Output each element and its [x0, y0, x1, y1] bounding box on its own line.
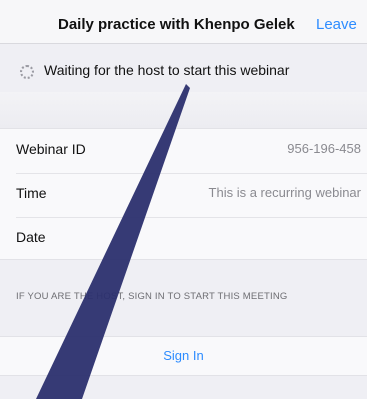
host-sign-in-note: IF YOU ARE THE HOST, SIGN IN TO START TH… — [16, 291, 288, 302]
leave-button[interactable]: Leave — [316, 16, 357, 33]
navigation-bar: Daily practice with Khenpo Gelek Leave — [0, 0, 367, 44]
waiting-status-text: Waiting for the host to start this webin… — [44, 62, 290, 78]
webinar-details-card: Webinar ID 956-196-458 Time This is a re… — [0, 128, 367, 260]
webinar-id-row: Webinar ID 956-196-458 — [0, 129, 367, 173]
page-title: Daily practice with Khenpo Gelek — [58, 16, 295, 33]
time-value: This is a recurring webinar — [208, 185, 361, 200]
time-label: Time — [16, 185, 47, 201]
sign-in-button[interactable]: Sign In — [0, 337, 367, 377]
date-label: Date — [16, 229, 46, 245]
date-row: Date — [0, 217, 367, 261]
time-row: Time This is a recurring webinar — [0, 173, 367, 217]
webinar-waiting-screen: Daily practice with Khenpo Gelek Leave W… — [0, 0, 367, 399]
loading-spinner-icon — [20, 65, 34, 79]
webinar-id-label: Webinar ID — [16, 141, 86, 157]
waiting-status-row: Waiting for the host to start this webin… — [0, 56, 367, 92]
blurred-header-band — [0, 92, 367, 128]
sign-in-card: Sign In — [0, 336, 367, 376]
webinar-id-value: 956-196-458 — [287, 141, 361, 156]
